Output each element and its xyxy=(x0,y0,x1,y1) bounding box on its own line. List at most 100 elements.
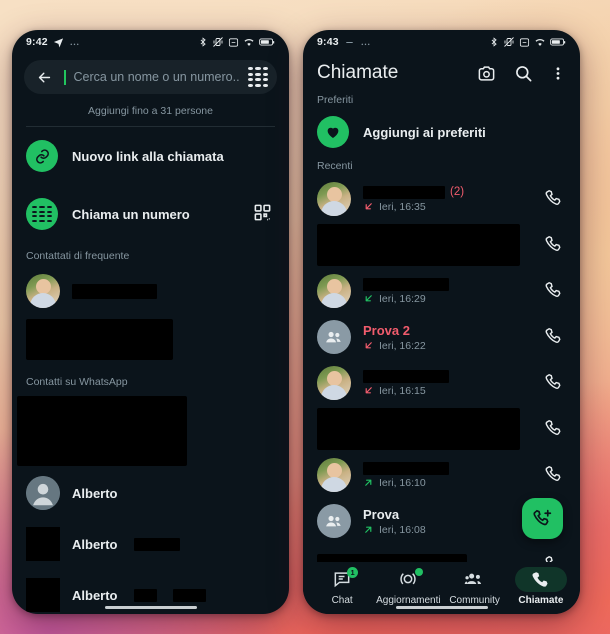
call-info: Ieri, 16:10 xyxy=(363,461,532,489)
page-title: Chiamate xyxy=(317,62,399,83)
new-call-fab[interactable] xyxy=(522,498,563,539)
avatar xyxy=(26,527,60,561)
search-input[interactable]: Cerca un nome o un numero... xyxy=(74,70,240,84)
call-meta: Ieri, 16:08 xyxy=(363,524,532,536)
battery-icon xyxy=(259,38,275,46)
call-log-row[interactable]: Ieri, 16:15 xyxy=(303,360,580,406)
section-frequent-contacts: Contattati di frequente xyxy=(26,250,130,262)
overflow-menu-icon[interactable] xyxy=(550,63,566,84)
section-whatsapp-contacts: Contatti su WhatsApp xyxy=(26,376,128,388)
incoming-missed-arrow-icon xyxy=(365,342,372,349)
tab-calls[interactable]: Chiamate xyxy=(508,566,574,606)
call-info: (2) Ieri, 16:35 xyxy=(363,185,532,213)
call-log-row[interactable]: Ieri, 16:29 xyxy=(303,268,580,314)
call-log-row[interactable]: Prova 2 Ieri, 16:22 xyxy=(303,314,580,360)
left-status-bar: 9:42 xyxy=(12,30,289,54)
participants-hint: Aggiungi fino a 31 persone xyxy=(88,105,213,117)
redacted-block xyxy=(317,408,520,450)
search-icon[interactable] xyxy=(513,63,534,84)
call-back-icon[interactable] xyxy=(544,418,566,440)
add-to-favorites-row[interactable]: Aggiungi ai preferiti xyxy=(303,112,580,158)
avatar xyxy=(26,476,60,510)
screenshot-stage: 9:42 Cerca un nome o un numero... Aggiun… xyxy=(0,0,610,634)
avatar xyxy=(317,182,351,216)
call-name: Prova 2 xyxy=(363,322,410,338)
dialpad-icon[interactable] xyxy=(247,66,269,88)
list-item[interactable]: Alberto xyxy=(12,466,289,517)
left-content-scroll[interactable]: Nuovo link alla chiamata Chiama un numer… xyxy=(12,127,289,614)
call-log-row[interactable] xyxy=(303,222,580,268)
link-icon xyxy=(26,140,58,172)
tab-updates[interactable]: Aggiornamenti xyxy=(375,567,441,606)
contact-name: Alberto xyxy=(72,587,118,603)
contact-name: Alberto xyxy=(72,536,118,552)
call-time: Ieri, 16:29 xyxy=(379,292,426,305)
call-log-row[interactable]: (2) Ieri, 16:35 xyxy=(303,176,580,222)
section-recents: Recenti xyxy=(317,160,353,172)
call-log-row[interactable] xyxy=(303,406,580,452)
call-time: Ieri, 16:08 xyxy=(379,523,426,536)
call-name xyxy=(363,369,532,383)
chat-icon: 1 xyxy=(316,566,368,592)
list-item[interactable]: Alberto xyxy=(12,517,289,568)
call-name xyxy=(363,461,532,475)
camera-icon[interactable] xyxy=(476,63,497,84)
call-info: Ieri, 16:15 xyxy=(363,369,532,397)
incoming-arrow-icon xyxy=(365,295,372,302)
call-time: Ieri, 16:15 xyxy=(379,384,426,397)
home-indicator xyxy=(395,605,488,609)
home-indicator xyxy=(104,605,197,609)
call-time: Ieri, 16:10 xyxy=(379,476,426,489)
add-to-favorites-label: Aggiungi ai preferiti xyxy=(363,124,486,140)
tab-community[interactable]: Community xyxy=(442,567,508,606)
tab-calls-label: Chiamate xyxy=(518,594,564,606)
heart-icon xyxy=(317,116,349,148)
list-item[interactable] xyxy=(12,267,289,315)
call-meta: Ieri, 16:22 xyxy=(363,340,532,352)
section-favorites: Preferiti xyxy=(317,94,354,106)
wifi-icon xyxy=(535,38,545,46)
tab-chat[interactable]: 1 Chat xyxy=(309,566,375,606)
app-header: Chiamate xyxy=(303,54,580,94)
call-name: Prova xyxy=(363,506,400,522)
call-back-icon[interactable] xyxy=(544,280,566,302)
call-log-row[interactable] xyxy=(303,544,580,562)
search-bar[interactable]: Cerca un nome o un numero... xyxy=(24,60,277,94)
calls-icon xyxy=(514,566,567,592)
outgoing-arrow-icon xyxy=(365,526,372,533)
redacted-suffix xyxy=(133,537,180,551)
back-arrow-icon[interactable] xyxy=(32,65,56,89)
redacted-block xyxy=(317,554,467,562)
redacted-suffix xyxy=(172,588,206,602)
battery-icon xyxy=(550,38,566,46)
minus-icon xyxy=(346,41,353,43)
call-back-icon[interactable] xyxy=(544,554,566,562)
call-log-row[interactable]: Ieri, 16:10 xyxy=(303,452,580,498)
call-meta: Ieri, 16:35 xyxy=(363,201,532,213)
call-back-icon[interactable] xyxy=(544,234,566,256)
qr-code-icon[interactable] xyxy=(253,203,275,225)
new-call-link-row[interactable]: Nuovo link alla chiamata xyxy=(12,127,289,185)
avatar xyxy=(317,320,351,354)
call-name xyxy=(363,277,532,291)
call-back-icon[interactable] xyxy=(544,464,566,486)
tab-updates-label: Aggiornamenti xyxy=(376,594,441,606)
call-count: (2) xyxy=(450,186,465,198)
redacted-block xyxy=(17,396,187,466)
call-back-icon[interactable] xyxy=(544,326,566,348)
left-phone-new-call-screen: 9:42 Cerca un nome o un numero... Aggiun… xyxy=(12,30,289,614)
more-dots-icon xyxy=(70,43,79,45)
call-back-icon[interactable] xyxy=(544,372,566,394)
community-icon xyxy=(449,567,501,592)
alarm-icon xyxy=(228,37,239,47)
redacted-name xyxy=(363,185,445,199)
text-cursor xyxy=(64,69,66,85)
redacted-suffix xyxy=(133,588,157,602)
call-time: Ieri, 16:22 xyxy=(379,339,426,352)
avatar xyxy=(26,274,60,308)
new-call-icon xyxy=(533,509,552,526)
call-a-number-row[interactable]: Chiama un numero xyxy=(12,185,289,243)
call-back-icon[interactable] xyxy=(544,188,566,210)
calls-scroll[interactable]: Preferiti Aggiungi ai preferiti Recenti … xyxy=(303,94,580,562)
redacted-name xyxy=(363,369,449,383)
